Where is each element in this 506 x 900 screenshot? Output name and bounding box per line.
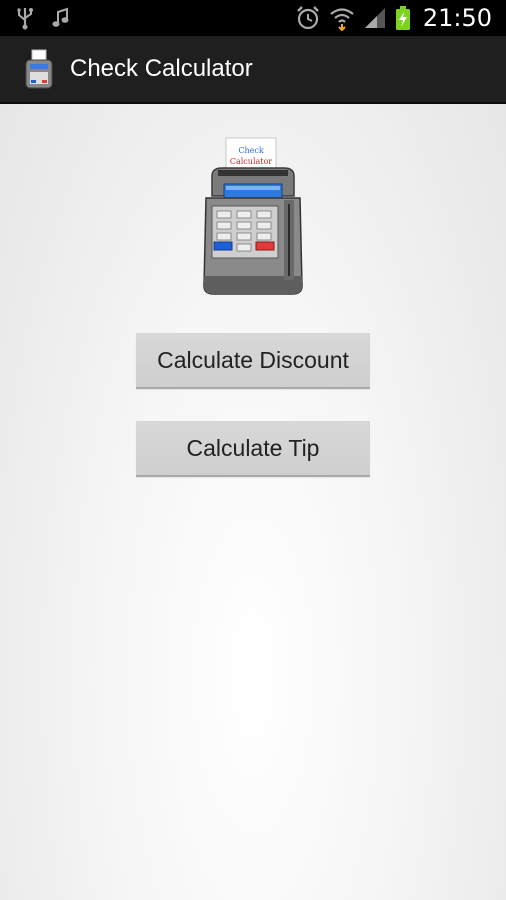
signal-icon [363, 6, 387, 30]
status-bar: 21:50 [0, 0, 506, 36]
battery-charging-icon [395, 5, 411, 31]
receipt-line1: Check [238, 146, 263, 155]
usb-icon [14, 6, 36, 30]
clock: 21:50 [422, 4, 492, 32]
music-note-icon [50, 6, 70, 30]
check-terminal-icon[interactable] [22, 48, 56, 90]
receipt-line2: Calculator [230, 157, 272, 166]
action-bar: Check Calculator [0, 36, 506, 104]
check-terminal-illustration: Check Calculator [196, 136, 310, 298]
app-title: Check Calculator [70, 55, 253, 82]
wifi-icon [329, 5, 355, 31]
calculate-discount-button[interactable]: Calculate Discount [136, 333, 370, 389]
alarm-icon [295, 5, 321, 31]
calculate-tip-button[interactable]: Calculate Tip [136, 421, 370, 477]
